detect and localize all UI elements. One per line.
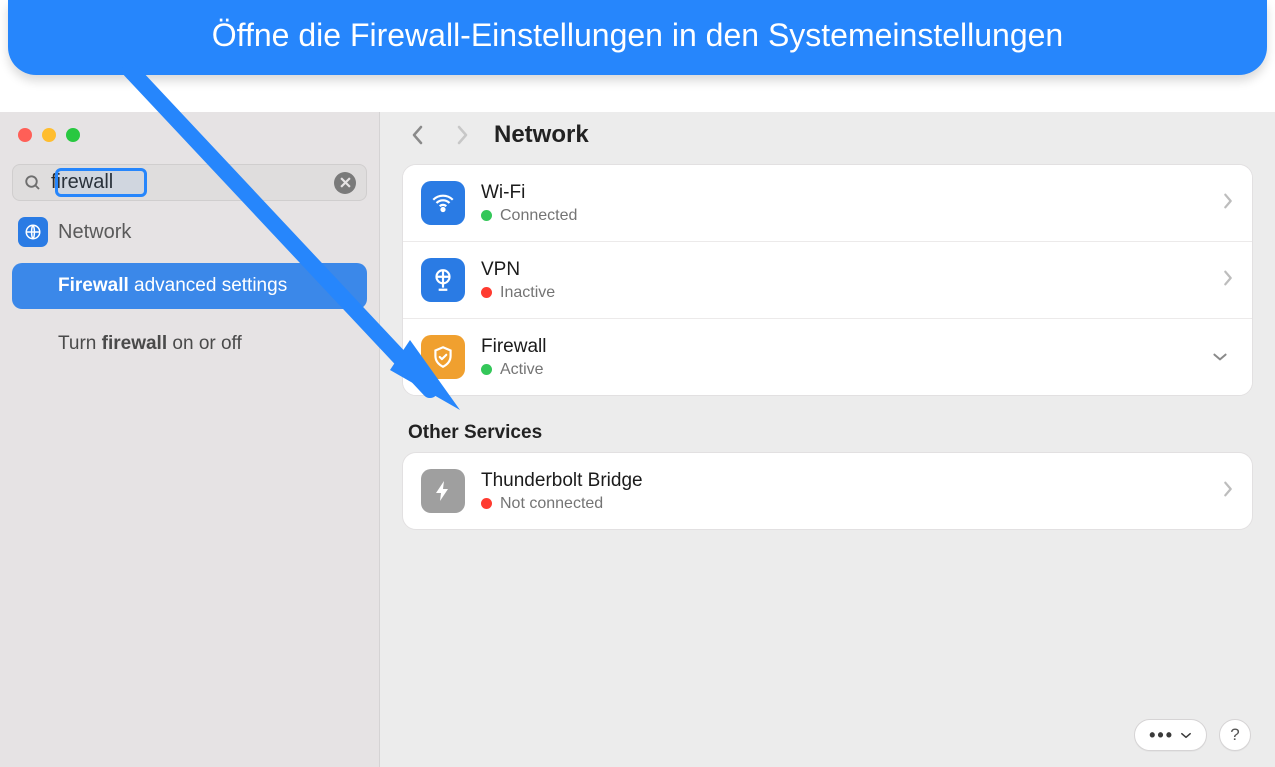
minimize-window-button[interactable]: [42, 128, 56, 142]
search-input[interactable]: [51, 171, 326, 194]
firewall-icon: [421, 335, 465, 379]
search-result-firewall-advanced[interactable]: Firewall advanced settings: [12, 263, 367, 309]
network-services-group: Wi-Fi Connected VPN Inactive: [402, 164, 1253, 396]
instruction-banner: Öffne die Firewall-Einstellungen in den …: [8, 0, 1267, 75]
sidebar-heading-label: Network: [58, 221, 131, 244]
chevron-down-icon[interactable]: [1206, 347, 1234, 368]
status-text: Active: [500, 361, 544, 379]
content-header: Network: [380, 112, 1275, 164]
search-field-wrap[interactable]: [12, 164, 367, 201]
result-prefix: Turn: [58, 333, 102, 354]
sidebar-section-network[interactable]: Network: [12, 213, 367, 251]
clear-search-button[interactable]: [334, 172, 356, 194]
settings-window: Network Firewall advanced settings Turn …: [0, 112, 1275, 767]
row-vpn[interactable]: VPN Inactive: [403, 242, 1252, 319]
result-rest: advanced settings: [129, 275, 287, 296]
status-dot: [481, 364, 492, 375]
wifi-icon: [421, 181, 465, 225]
page-title: Network: [494, 121, 589, 149]
chevron-right-icon: [1222, 190, 1234, 216]
chevron-right-icon: [1222, 267, 1234, 293]
row-title: Wi-Fi: [481, 182, 1206, 204]
other-services-group: Thunderbolt Bridge Not connected: [402, 452, 1253, 530]
chevron-down-icon: [1180, 731, 1192, 740]
status-text: Connected: [500, 207, 577, 225]
zoom-window-button[interactable]: [66, 128, 80, 142]
status-dot: [481, 210, 492, 221]
ellipsis-icon: •••: [1149, 725, 1174, 746]
row-thunderbolt-bridge[interactable]: Thunderbolt Bridge Not connected: [403, 453, 1252, 529]
content-pane: Network Wi-Fi Connected: [380, 112, 1275, 767]
result-rest: on or off: [167, 333, 242, 354]
other-services-heading: Other Services: [408, 422, 1253, 444]
thunderbolt-icon: [421, 469, 465, 513]
row-title: Thunderbolt Bridge: [481, 470, 1206, 492]
status-dot: [481, 498, 492, 509]
window-controls: [12, 122, 367, 152]
help-button[interactable]: ?: [1219, 719, 1251, 751]
vpn-icon: [421, 258, 465, 302]
row-title: Firewall: [481, 336, 1190, 358]
search-result-turn-firewall[interactable]: Turn firewall on or off: [12, 321, 367, 367]
row-wifi[interactable]: Wi-Fi Connected: [403, 165, 1252, 242]
back-button[interactable]: [402, 120, 432, 150]
status-text: Not connected: [500, 495, 603, 513]
search-icon: [23, 173, 43, 193]
globe-icon: [18, 217, 48, 247]
sidebar: Network Firewall advanced settings Turn …: [0, 112, 380, 767]
row-firewall[interactable]: Firewall Active: [403, 319, 1252, 395]
content-footer: ••• ?: [380, 709, 1275, 767]
status-text: Inactive: [500, 284, 555, 302]
more-options-button[interactable]: •••: [1134, 719, 1207, 751]
forward-button[interactable]: [448, 120, 478, 150]
status-dot: [481, 287, 492, 298]
close-window-button[interactable]: [18, 128, 32, 142]
chevron-right-icon: [1222, 478, 1234, 504]
row-title: VPN: [481, 259, 1206, 281]
result-bold: firewall: [102, 333, 167, 354]
result-bold: Firewall: [58, 275, 129, 296]
